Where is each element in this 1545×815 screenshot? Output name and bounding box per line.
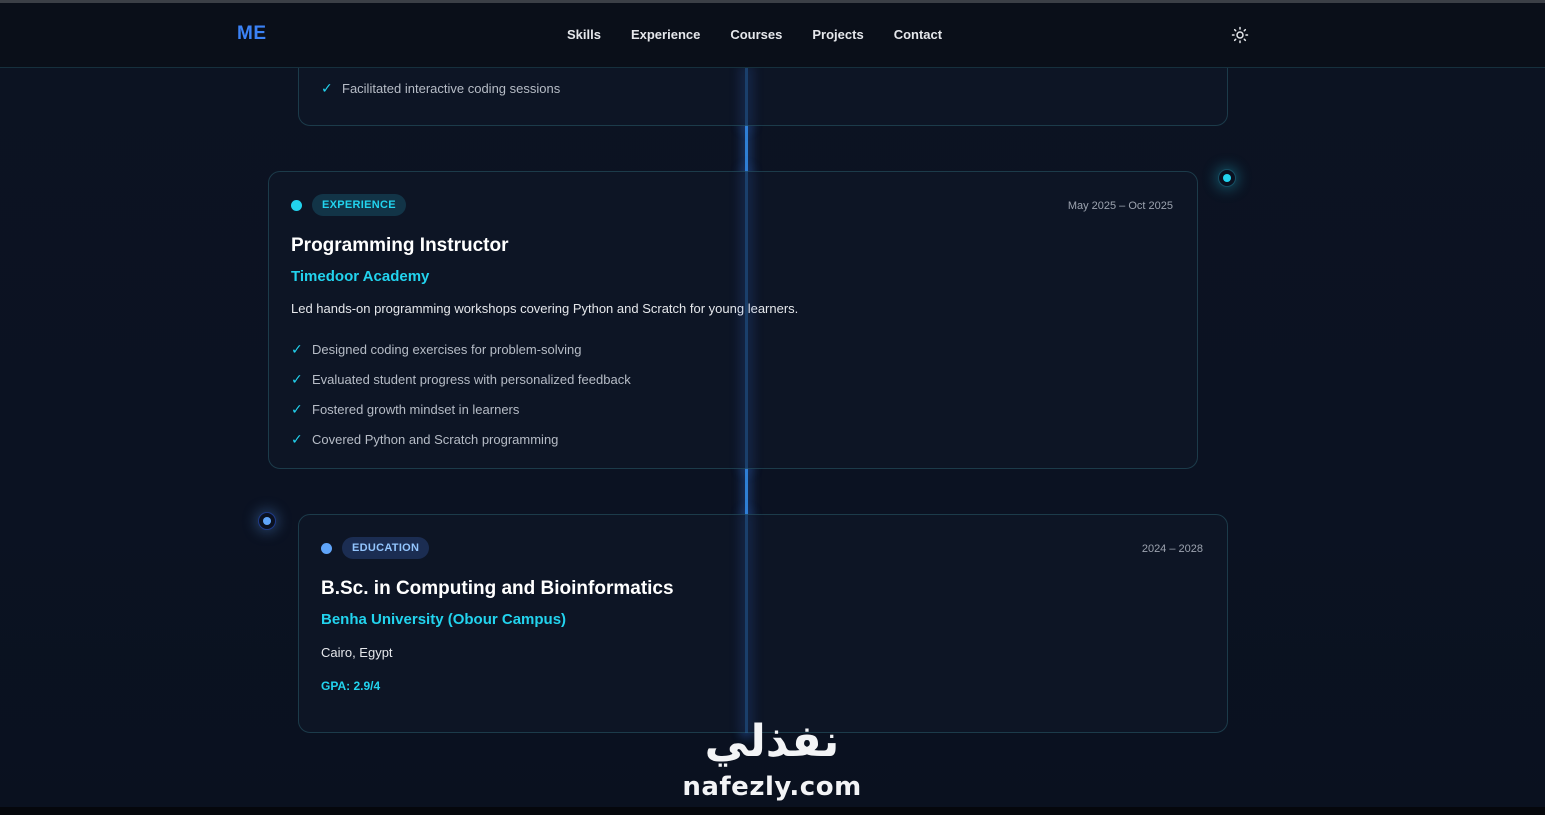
badge-dot-icon — [321, 542, 332, 554]
timeline-line-glow — [745, 171, 748, 469]
check-icon: ✓ — [291, 370, 303, 387]
bullet-item: ✓ Fostered growth mindset in learners — [291, 394, 631, 424]
check-icon: ✓ — [321, 80, 333, 96]
card-bullets: ✓ Designed coding exercises for problem-s… — [291, 334, 631, 454]
watermark-arabic: نفذلي — [704, 716, 840, 767]
watermark-latin: nafezly.com — [682, 772, 862, 802]
nav-projects[interactable]: Projects — [812, 27, 863, 42]
timeline-dot-education — [259, 513, 275, 529]
card-title: B.Sc. in Computing and Bioinformatics — [321, 578, 674, 599]
card-title: Programming Instructor — [291, 235, 509, 256]
card-date: May 2025 – Oct 2025 — [1067, 200, 1173, 212]
card-date: 2024 – 2028 — [1141, 543, 1203, 555]
timeline-card-experience: EXPERIENCE May 2025 – Oct 2025 Programmi… — [268, 171, 1198, 469]
bullet-item: ✓ Covered Python and Scratch programming — [291, 424, 631, 454]
card-organization: Timedoor Academy — [291, 268, 430, 285]
logo[interactable]: ME — [237, 23, 267, 45]
bullet-text: Evaluated student progress with personal… — [312, 371, 631, 387]
bullet-text: Facilitated interactive coding sessions — [342, 81, 561, 96]
timeline-dot-experience — [1219, 170, 1235, 186]
check-icon: ✓ — [291, 430, 303, 447]
card-badge-row: EXPERIENCE — [291, 194, 406, 216]
timeline-line-glow — [745, 68, 748, 126]
type-badge: EXPERIENCE — [312, 194, 406, 216]
navbar: ME Skills Experience Courses Projects Co… — [0, 3, 1545, 68]
card-location: Cairo, Egypt — [321, 645, 393, 660]
card-organization: Benha University (Obour Campus) — [321, 611, 567, 628]
bullet-text: Covered Python and Scratch programming — [312, 431, 559, 447]
bullet-item: ✓ Evaluated student progress with persona… — [291, 364, 631, 394]
check-icon: ✓ — [291, 400, 303, 417]
nav-experience[interactable]: Experience — [631, 27, 700, 42]
page: ME Skills Experience Courses Projects Co… — [0, 0, 1545, 815]
card-description: Led hands-on programming workshops cover… — [291, 301, 799, 316]
type-badge: EDUCATION — [342, 537, 430, 559]
nav-courses[interactable]: Courses — [730, 27, 782, 42]
main-nav: Skills Experience Courses Projects Conta… — [567, 27, 942, 42]
watermark-logo: نفذلي nafezly.com — [672, 712, 872, 812]
card-gpa: GPA: 2.9/4 — [321, 679, 381, 693]
timeline-card-education: EDUCATION 2024 – 2028 B.Sc. in Computing… — [298, 514, 1228, 733]
bullet-item: ✓ Designed coding exercises for problem-s… — [291, 334, 631, 364]
check-icon: ✓ — [291, 340, 303, 357]
bullet-text: Fostered growth mindset in learners — [312, 401, 520, 417]
timeline-line-glow — [745, 514, 748, 733]
badge-dot-icon — [291, 199, 302, 211]
theme-toggle-button[interactable] — [1228, 23, 1252, 47]
bullet-item: ✓ Facilitated interactive coding session… — [321, 80, 560, 97]
nav-skills[interactable]: Skills — [567, 27, 601, 42]
bullet-text: Designed coding exercises for problem-so… — [312, 341, 582, 357]
card-badge-row: EDUCATION — [321, 537, 430, 559]
sun-icon — [1231, 26, 1249, 44]
nav-contact[interactable]: Contact — [894, 27, 942, 42]
